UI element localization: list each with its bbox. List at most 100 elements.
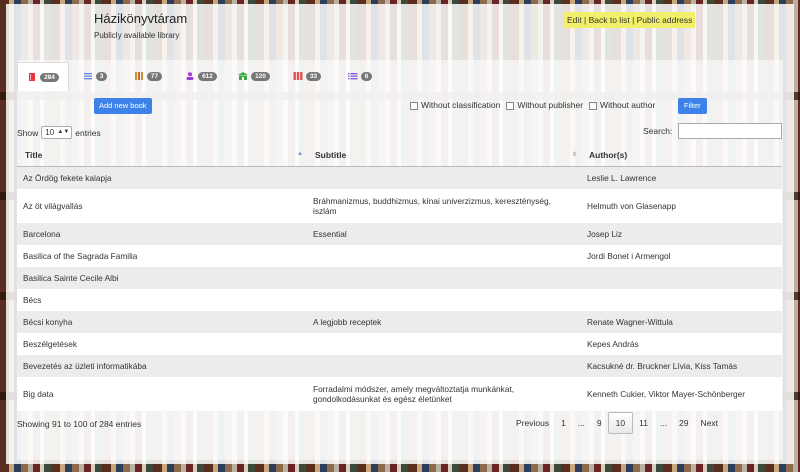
next-page-button[interactable]: Next	[695, 413, 724, 433]
table-info: Showing 91 to 100 of 284 entries	[17, 419, 142, 429]
sort-asc-icon: ▲	[297, 151, 303, 157]
page-button-1[interactable]: 1	[555, 413, 572, 433]
table-row[interactable]: Basilica Sainte Cecile Albi	[17, 266, 782, 289]
search-label: Search:	[643, 126, 673, 136]
cell-title: Bécs	[17, 288, 307, 311]
tag-list-icon	[347, 73, 358, 80]
back-to-list-link[interactable]: Back to list	[589, 15, 630, 25]
tab-tags[interactable]: 6	[335, 62, 385, 90]
cell-title: Bevezetés az üzleti informatikába	[17, 354, 307, 377]
cell-author: Kenneth Cukier, Viktor Mayer-Schönberger	[581, 376, 782, 411]
cell-subtitle: A legjobb receptek	[307, 310, 581, 333]
cell-subtitle	[307, 266, 581, 289]
cell-title: Barcelona	[17, 222, 307, 245]
cell-subtitle: Essential	[307, 222, 581, 245]
cell-author: Helmuth von Glasenapp	[581, 188, 782, 223]
page-button-11[interactable]: 11	[633, 413, 654, 433]
cell-subtitle	[307, 354, 581, 377]
pagination: Previous 1 ... 9 10 11 ... 29 Next	[510, 412, 724, 434]
page-size-value: 10	[45, 128, 55, 137]
content-area: 284 3 77 612 120 33 6 Add new book Witho…	[17, 60, 783, 460]
cell-author	[581, 266, 782, 289]
site-subtitle: Publicly available library	[94, 31, 180, 40]
tab-classifications[interactable]: 77	[123, 62, 173, 90]
column-label: Subtitle	[315, 150, 347, 160]
separator: |	[629, 15, 637, 25]
tab-series[interactable]: 33	[282, 62, 332, 90]
table-row[interactable]: Bevezetés az üzleti informatikába Kacsukn…	[17, 354, 782, 377]
top-links: Edit | Back to list | Public address	[564, 12, 696, 28]
tab-publishers[interactable]: 120	[229, 62, 279, 90]
filter-without-classification[interactable]: Without classification	[410, 100, 500, 110]
filter-without-author[interactable]: Without author	[589, 100, 655, 110]
sort-icon: ⬍	[571, 152, 577, 158]
cell-title: Basilica of the Sagrada Familia	[17, 244, 307, 267]
select-arrow-icon: ▲▼	[57, 129, 70, 135]
cell-title: Bécsi konyha	[17, 310, 307, 333]
column-authors[interactable]: Author(s)	[581, 144, 782, 167]
table-row[interactable]: Az Ördög fekete kalapja Leslie L. Lawrenc…	[17, 166, 782, 189]
page-size-control: Show 10 ▲▼ entries	[17, 126, 101, 139]
tab-books[interactable]: 284	[17, 62, 69, 91]
page-header: Házikönyvtáram Publicly available librar…	[6, 4, 794, 52]
cell-author: Kepes András	[581, 332, 782, 355]
cell-author	[581, 288, 782, 311]
filter-without-publisher[interactable]: Without publisher	[506, 100, 583, 110]
table-row[interactable]: Bécs	[17, 288, 782, 311]
tab-count: 3	[95, 71, 108, 81]
books-table: Title ▲ Subtitle ⬍ Author(s) Az Ördög feke…	[17, 144, 782, 411]
tab-count: 284	[40, 72, 59, 82]
filter-label: Without classification	[421, 100, 501, 110]
main-panel: Házikönyvtáram Publicly available librar…	[6, 4, 794, 464]
site-title: Házikönyvtáram	[94, 11, 188, 26]
cell-author: Jordi Bonet i Armengol	[581, 244, 782, 267]
tab-count: 77	[146, 71, 163, 81]
table-row[interactable]: Basilica of the Sagrada Familia Jordi Bon…	[17, 244, 782, 267]
cell-subtitle	[307, 288, 581, 311]
search-input[interactable]	[678, 123, 782, 139]
page-button-29[interactable]: 29	[673, 413, 694, 433]
series-icon	[293, 72, 303, 80]
building-icon	[238, 72, 249, 80]
add-new-book-button[interactable]: Add new book	[94, 98, 152, 114]
cell-title: Az öt világvallás	[17, 188, 307, 223]
separator: |	[581, 15, 589, 25]
tab-authors[interactable]: 612	[176, 62, 226, 90]
edit-link[interactable]: Edit	[567, 15, 582, 25]
table-row[interactable]: Az öt világvallás Bráhmanizmus, buddhizmu…	[17, 188, 782, 223]
table-row[interactable]: Beszélgetések Kepes András	[17, 332, 782, 355]
checkbox[interactable]	[410, 101, 418, 110]
checkbox[interactable]	[506, 101, 515, 110]
filter-options: Without classification Without publisher…	[410, 100, 655, 110]
cell-subtitle	[307, 166, 581, 189]
previous-page-button[interactable]: Previous	[510, 413, 555, 433]
tab-count: 120	[251, 71, 270, 81]
column-subtitle[interactable]: Subtitle ⬍	[307, 144, 581, 167]
book-icon	[29, 73, 36, 81]
pagination-ellipsis: ...	[577, 418, 585, 428]
cell-title: Az Ördög fekete kalapja	[17, 166, 307, 189]
books-icon	[134, 72, 143, 80]
filter-button[interactable]: Filter	[678, 98, 707, 114]
cell-author: Kacsukné dr. Bruckner Lívia, Kiss Tamás	[581, 354, 782, 377]
cell-subtitle	[307, 332, 581, 355]
table-row[interactable]: Bécsi konyha A legjobb receptek Renate Wag…	[17, 310, 782, 333]
cell-subtitle: Bráhmanizmus, buddhizmus, kínai univerzi…	[307, 188, 581, 223]
tab-count: 612	[198, 71, 217, 81]
tab-lists[interactable]: 3	[70, 62, 120, 90]
table-row[interactable]: Big data Forradalmi módszer, amely megvál…	[17, 376, 782, 411]
column-label: Author(s)	[589, 150, 628, 160]
checkbox[interactable]	[589, 101, 598, 110]
page-button-10-current[interactable]: 10	[607, 412, 634, 434]
page-button-9[interactable]: 9	[591, 413, 608, 433]
entries-label: entries	[75, 127, 101, 138]
cell-subtitle	[307, 244, 581, 267]
list-icon	[83, 73, 92, 80]
table-header-row: Title ▲ Subtitle ⬍ Author(s)	[17, 144, 782, 167]
public-address-link[interactable]: Public address	[637, 15, 693, 25]
page-size-select[interactable]: 10 ▲▼	[41, 126, 73, 139]
tab-count: 33	[305, 71, 322, 81]
column-title[interactable]: Title ▲	[17, 144, 307, 167]
cell-subtitle: Forradalmi módszer, amely megváltoztatja…	[307, 376, 581, 411]
table-row[interactable]: Barcelona Essential Josep Liz	[17, 222, 782, 245]
